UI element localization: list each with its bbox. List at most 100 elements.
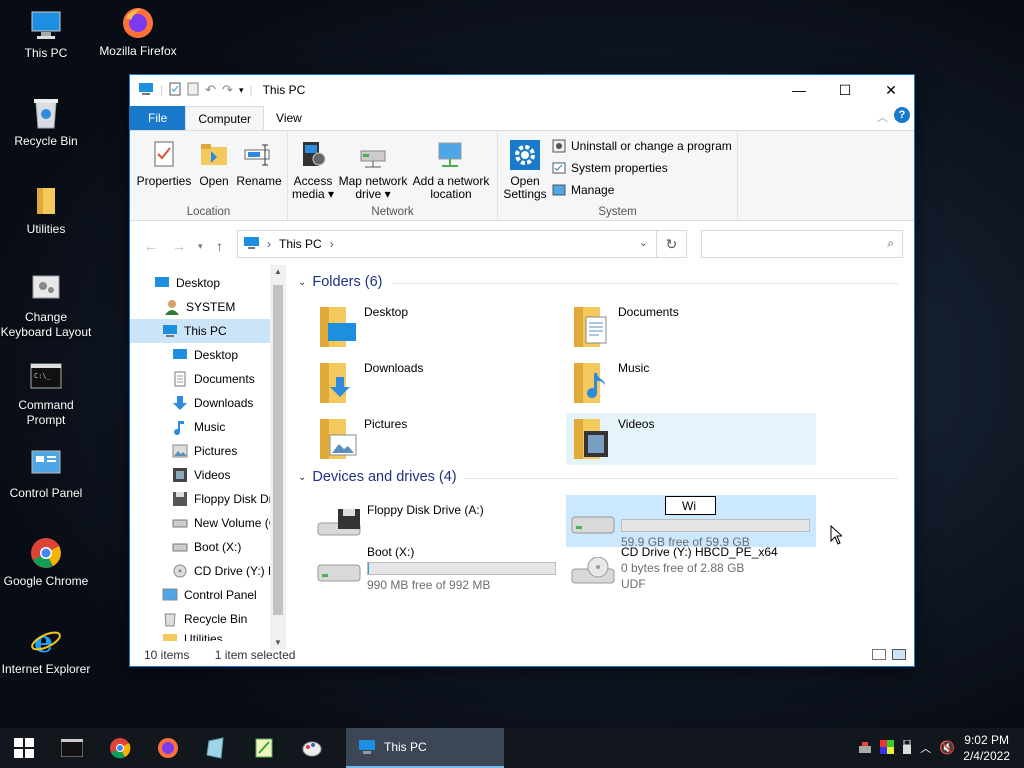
control-panel-icon <box>162 587 178 603</box>
nav-scrollbar[interactable]: ▲ ▼ <box>270 265 286 649</box>
nav-item-this-pc[interactable]: This PC <box>130 319 270 343</box>
nav-item-cd-drive[interactable]: CD Drive (Y:) H <box>172 559 277 583</box>
search-input[interactable] <box>706 232 876 256</box>
film-icon <box>172 467 188 483</box>
up-button[interactable]: ↑ <box>216 238 223 254</box>
desktop-icon-internet-explorer[interactable]: e Internet Explorer <box>0 624 92 677</box>
tab-view[interactable]: View <box>264 106 314 130</box>
nav-item-desktop[interactable]: Desktop <box>154 271 220 295</box>
rename-input[interactable] <box>665 496 716 515</box>
minimize-button[interactable]: — <box>776 75 822 105</box>
drives-group-header[interactable]: ⌄ Devices and drives (4) <box>298 469 457 485</box>
customize-dropdown-icon[interactable]: ▾ <box>239 85 244 96</box>
title-bar[interactable]: | ↶ ↷ ▾ | This PC — ☐ ✕ <box>130 75 914 105</box>
desktop-icon-control-panel[interactable]: Control Panel <box>0 448 92 501</box>
hard-drive-icon <box>570 509 616 539</box>
nav-item-videos[interactable]: Videos <box>172 463 230 487</box>
drive-tile-cd[interactable]: CD Drive (Y:) HBCD_PE_x64 0 bytes free o… <box>566 543 816 595</box>
ribbon-group-network: Access media ▾ Map network drive ▾ Add a… <box>288 131 498 220</box>
scroll-up-icon[interactable]: ▲ <box>274 267 282 276</box>
tray-color-icon[interactable] <box>880 739 895 757</box>
access-media-button[interactable]: Access media ▾ <box>290 139 336 201</box>
uninstall-program-button[interactable]: Uninstall or change a program <box>552 139 732 153</box>
close-button[interactable]: ✕ <box>868 75 914 105</box>
forward-button[interactable]: → <box>172 238 186 254</box>
taskbar-this-pc[interactable]: This PC <box>346 728 504 768</box>
drive-tile-boot[interactable]: Boot (X:) 990 MB free of 992 MB <box>312 543 562 595</box>
desktop-icon <box>154 275 170 291</box>
taskbar-command-prompt[interactable] <box>48 728 96 768</box>
search-box[interactable]: ⌕ <box>701 230 903 258</box>
nav-item-system[interactable]: SYSTEM <box>164 295 235 319</box>
desktop-icon-firefox[interactable]: Mozilla Firefox <box>92 6 184 59</box>
back-button[interactable]: ← <box>144 238 158 254</box>
redo-icon[interactable]: ↷ <box>222 82 233 98</box>
drive-tile-new-volume[interactable]: 59.9 GB free of 59.9 GB <box>566 495 816 549</box>
ribbon-collapse-icon[interactable]: ︿ <box>877 109 888 125</box>
rename-button[interactable]: Rename <box>236 139 282 188</box>
drive-tile-floppy[interactable]: Floppy Disk Drive (A:) <box>312 495 562 547</box>
scroll-thumb[interactable] <box>273 285 283 615</box>
desktop-icon-utilities[interactable]: Utilities <box>0 184 92 237</box>
nav-item-documents[interactable]: Documents <box>172 367 255 391</box>
nav-item-control-panel[interactable]: Control Panel <box>162 583 257 607</box>
clock[interactable]: 9:02 PM 2/4/2022 <box>963 732 1010 764</box>
start-button[interactable] <box>0 728 48 768</box>
help-icon[interactable]: ? <box>894 107 910 123</box>
nav-item-pictures[interactable]: Pictures <box>172 439 237 463</box>
nav-item-new-volume[interactable]: New Volume (C <box>172 511 277 535</box>
nav-item-boot[interactable]: Boot (X:) <box>172 535 241 559</box>
nav-item-music[interactable]: Music <box>172 415 225 439</box>
computer-icon <box>359 740 375 754</box>
chevron-down-icon[interactable]: ⌄ <box>639 236 648 249</box>
undo-icon[interactable]: ↶ <box>205 82 216 98</box>
taskbar-chrome[interactable] <box>96 728 144 768</box>
folder-tile-music[interactable]: Music <box>566 357 816 409</box>
refresh-button[interactable]: ↻ <box>657 230 687 258</box>
folder-tile-pictures[interactable]: Pictures <box>312 413 562 465</box>
desktop-icon-this-pc[interactable]: This PC <box>0 8 92 61</box>
folder-tile-videos[interactable]: Videos <box>566 413 816 465</box>
folder-tile-desktop[interactable]: Desktop <box>312 301 562 353</box>
desktop-icon-google-chrome[interactable]: Google Chrome <box>0 536 92 589</box>
chevron-up-icon[interactable]: ︿ <box>920 740 931 756</box>
folder-tile-downloads[interactable]: Downloads <box>312 357 562 409</box>
nav-item-downloads[interactable]: Downloads <box>172 391 253 415</box>
folder-tile-documents[interactable]: Documents <box>566 301 816 353</box>
map-network-drive-button[interactable]: Map network drive ▾ <box>336 139 410 201</box>
maximize-button[interactable]: ☐ <box>822 75 868 105</box>
tab-file[interactable]: File <box>130 106 186 130</box>
manage-button[interactable]: Manage <box>552 183 614 197</box>
hard-drive-icon <box>172 515 188 531</box>
details-view-icon[interactable] <box>872 649 886 660</box>
volume-muted-icon[interactable]: 🔇 <box>939 740 955 756</box>
open-settings-button[interactable]: Open Settings <box>502 139 548 201</box>
tab-computer[interactable]: Computer <box>185 106 265 130</box>
folder-downloads-icon <box>316 361 360 405</box>
open-button[interactable]: Open <box>196 139 232 188</box>
desktop-icon-recycle-bin[interactable]: Recycle Bin <box>0 96 92 149</box>
music-note-icon <box>172 419 188 436</box>
taskbar-app-editor[interactable] <box>240 728 288 768</box>
system-properties-button[interactable]: System properties <box>552 161 668 175</box>
usb-icon[interactable] <box>902 739 912 757</box>
nav-item-desktop-sub[interactable]: Desktop <box>172 343 238 367</box>
taskbar-app-notepad[interactable] <box>192 728 240 768</box>
properties-icon[interactable] <box>169 82 181 99</box>
tray-tools-icon[interactable] <box>858 740 872 757</box>
address-bar[interactable]: › This PC › ⌄ <box>237 230 657 258</box>
taskbar-firefox[interactable] <box>144 728 192 768</box>
taskbar-app-paint[interactable] <box>288 728 336 768</box>
desktop-icon-command-prompt[interactable]: C:\_ Command Prompt <box>0 360 92 428</box>
recent-locations-button[interactable]: ▾ <box>198 241 203 252</box>
scroll-down-icon[interactable]: ▼ <box>274 638 282 647</box>
properties-button[interactable]: Properties <box>136 139 192 188</box>
add-network-location-button[interactable]: Add a network location <box>410 139 492 201</box>
nav-item-utilities[interactable]: Utilities <box>162 627 223 641</box>
large-icons-view-icon[interactable] <box>892 649 906 660</box>
desktop-icon-change-keyboard-layout[interactable]: Change Keyboard Layout <box>0 272 92 340</box>
nav-item-floppy[interactable]: Floppy Disk Dri <box>172 487 275 511</box>
navigation-pane: Desktop SYSTEM This PC Desktop Documents… <box>130 263 286 641</box>
folders-group-header[interactable]: ⌄ Folders (6) <box>298 274 383 290</box>
new-folder-icon[interactable] <box>187 82 199 99</box>
